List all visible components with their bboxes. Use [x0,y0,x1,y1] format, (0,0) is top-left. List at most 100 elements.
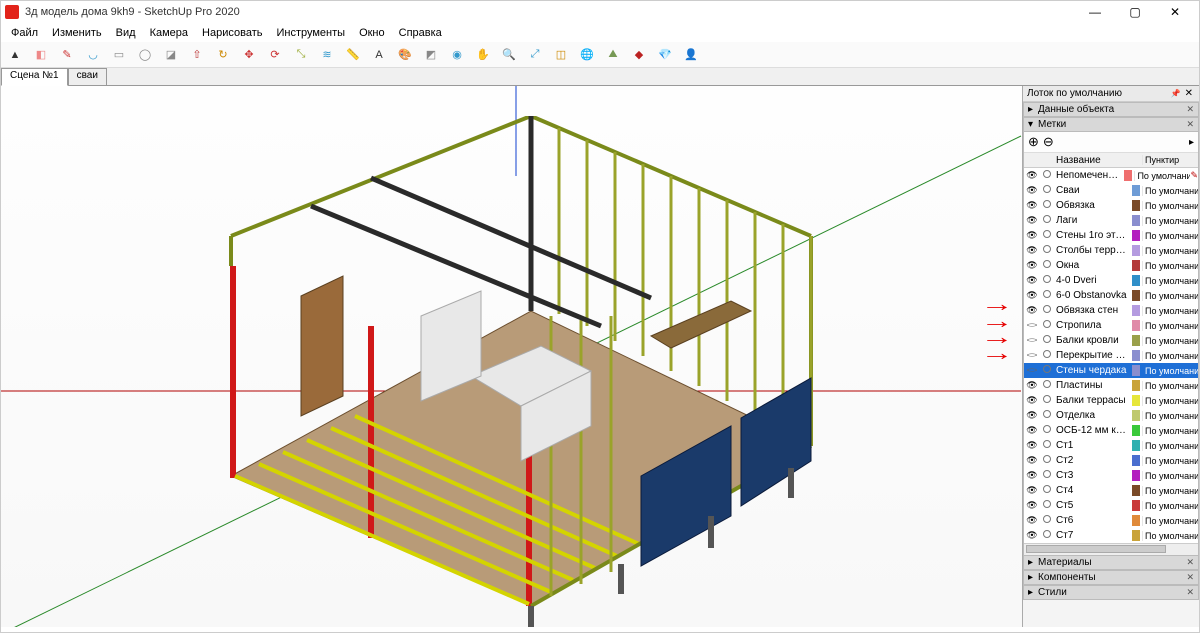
circle-icon[interactable]: ◯ [135,45,155,65]
tag-name[interactable]: Сваи [1054,185,1130,196]
tag-name[interactable]: Перекрытие чердака [1054,350,1130,361]
tag-row[interactable]: Стены 1го этажа По умолчанию [1024,228,1198,243]
tag-color-swatch[interactable] [1132,455,1140,466]
tag-row[interactable]: Ст5По умолчанию [1024,498,1198,513]
tag-active-radio[interactable] [1040,365,1054,376]
tag-row[interactable]: Ст6По умолчанию [1024,513,1198,528]
tag-color-swatch[interactable] [1132,290,1140,301]
panel-close-icon[interactable]: ✕ [1186,572,1194,583]
panel-materials[interactable]: ▸ Материалы ✕ [1023,555,1199,570]
tag-active-radio[interactable] [1040,395,1054,406]
tag-name[interactable]: Балки кровли [1054,335,1130,346]
scrollbar-horizontal[interactable] [1024,543,1198,555]
tag-dash[interactable]: По умолчанию [1142,201,1198,211]
tag-active-radio[interactable] [1040,410,1054,421]
tag-name[interactable]: Ст1 [1054,440,1130,451]
tag-name[interactable]: ОСБ-12 мм конструкц [1054,425,1130,436]
tag-row[interactable]: ОкнаПо умолчанию [1024,258,1198,273]
panel-close-icon[interactable]: ✕ [1186,104,1194,115]
eye-open-icon[interactable] [1024,485,1040,496]
tag-color-swatch[interactable] [1132,395,1140,406]
eye-open-icon[interactable] [1024,530,1040,541]
panel-tags[interactable]: ▾ Метки ✕ [1023,117,1199,132]
eye-open-icon[interactable] [1024,290,1040,301]
paintbucket-icon[interactable]: 🎨 [395,45,415,65]
tag-row[interactable]: Балки кровлиПо умолчанию [1024,333,1198,348]
tag-dash[interactable]: По умолчанию [1142,471,1198,481]
tag-row[interactable]: СтропилаПо умолчанию [1024,318,1198,333]
tag-dash[interactable]: По умолчанию [1142,381,1198,391]
eye-open-icon[interactable] [1024,185,1040,196]
eye-closed-icon[interactable] [1024,335,1040,346]
rotate-icon[interactable]: ⟳ [265,45,285,65]
rectangle-icon[interactable]: ▭ [109,45,129,65]
eye-open-icon[interactable] [1024,215,1040,226]
tag-name[interactable]: Стены чердака [1054,365,1130,376]
tag-name[interactable]: Ст2 [1054,455,1130,466]
tag-dash[interactable]: По умолчанию [1142,411,1198,421]
maximize-button[interactable]: ▢ [1115,1,1155,23]
tag-active-radio[interactable] [1040,185,1054,196]
viewport-3d[interactable]: → → → → [1,86,1022,627]
tag-color-swatch[interactable] [1132,215,1140,226]
tag-row[interactable]: Столбы террасыПо умолчанию [1024,243,1198,258]
tag-active-radio[interactable] [1040,320,1054,331]
tag-active-radio[interactable] [1040,260,1054,271]
panel-entity-info[interactable]: ▸ Данные объекта ✕ [1023,102,1199,117]
tag-row[interactable]: СваиПо умолчанию [1024,183,1198,198]
eye-open-icon[interactable] [1024,305,1040,316]
sandbox-icon[interactable]: ⛰ [603,45,623,65]
tag-name[interactable]: Ст3 [1054,470,1130,481]
tag-color-swatch[interactable] [1132,335,1140,346]
tag-name[interactable]: Ст5 [1054,500,1130,511]
tray-close-icon[interactable]: ✕ [1183,88,1195,99]
tag-color-swatch[interactable] [1132,500,1140,511]
tag-name[interactable]: Стены 1го этажа [1054,230,1130,241]
tag-name[interactable]: 4-0 Dveri [1054,275,1130,286]
eraser-icon[interactable]: ◧ [31,45,51,65]
tag-dash[interactable]: По умолчанию [1142,291,1198,301]
menu-window[interactable]: Окно [353,26,391,40]
tag-row[interactable]: 4-0 DveriПо умолчанию [1024,273,1198,288]
tag-name[interactable]: Стропила [1054,320,1130,331]
section-icon[interactable]: ◫ [551,45,571,65]
tag-color-swatch[interactable] [1132,410,1140,421]
tag-dash[interactable]: По умолчанию [1142,441,1198,451]
tag-active-radio[interactable] [1040,380,1054,391]
tag-row[interactable]: ОтделкаПо умолчанию [1024,408,1198,423]
eye-closed-icon[interactable] [1024,350,1040,361]
tag-row[interactable]: 6-0 ObstanovkaПо умолчанию [1024,288,1198,303]
tag-row[interactable]: ОбвязкаПо умолчанию [1024,198,1198,213]
panel-close-icon[interactable]: ✕ [1186,557,1194,568]
tag-dash[interactable]: По умолчанию [1142,306,1198,316]
tags-header-dash[interactable]: Пунктир [1142,155,1198,165]
tag-color-swatch[interactable] [1132,245,1140,256]
tag-dash[interactable]: По умолчанию [1142,261,1198,271]
tag-row[interactable]: НепомеченныеПо умолчанию✎ [1024,168,1198,183]
tag-active-radio[interactable] [1040,455,1054,466]
tag-name[interactable]: Балки террасы [1054,395,1130,406]
tag-color-swatch[interactable] [1132,200,1140,211]
eye-open-icon[interactable] [1024,260,1040,271]
eye-open-icon[interactable] [1024,170,1040,181]
tag-name[interactable]: Ст7 [1054,530,1130,541]
eye-open-icon[interactable] [1024,200,1040,211]
tag-color-swatch[interactable] [1132,470,1140,481]
solid-icon[interactable]: ◆ [629,45,649,65]
pencil-icon[interactable]: ✎ [57,45,77,65]
tag-color-swatch[interactable] [1132,365,1140,376]
menu-draw[interactable]: Нарисовать [196,26,268,40]
tag-dash[interactable]: По умолчанию [1142,396,1198,406]
tag-row[interactable]: ПластиныПо умолчанию [1024,378,1198,393]
tag-row[interactable]: Ст7По умолчанию [1024,528,1198,543]
minimize-button[interactable]: — [1075,1,1115,23]
eye-open-icon[interactable] [1024,275,1040,286]
tag-row[interactable]: Ст4По умолчанию [1024,483,1198,498]
scene-tab-1[interactable]: Сцена №1 [1,68,68,86]
tag-dash[interactable]: По умолчанию [1142,231,1198,241]
tag-color-swatch[interactable] [1132,530,1140,541]
zoom-icon[interactable]: 🔍 [499,45,519,65]
eye-open-icon[interactable] [1024,440,1040,451]
zoomext-icon[interactable]: ⤢ [525,45,545,65]
tag-dash[interactable]: По умолчанию [1142,246,1198,256]
